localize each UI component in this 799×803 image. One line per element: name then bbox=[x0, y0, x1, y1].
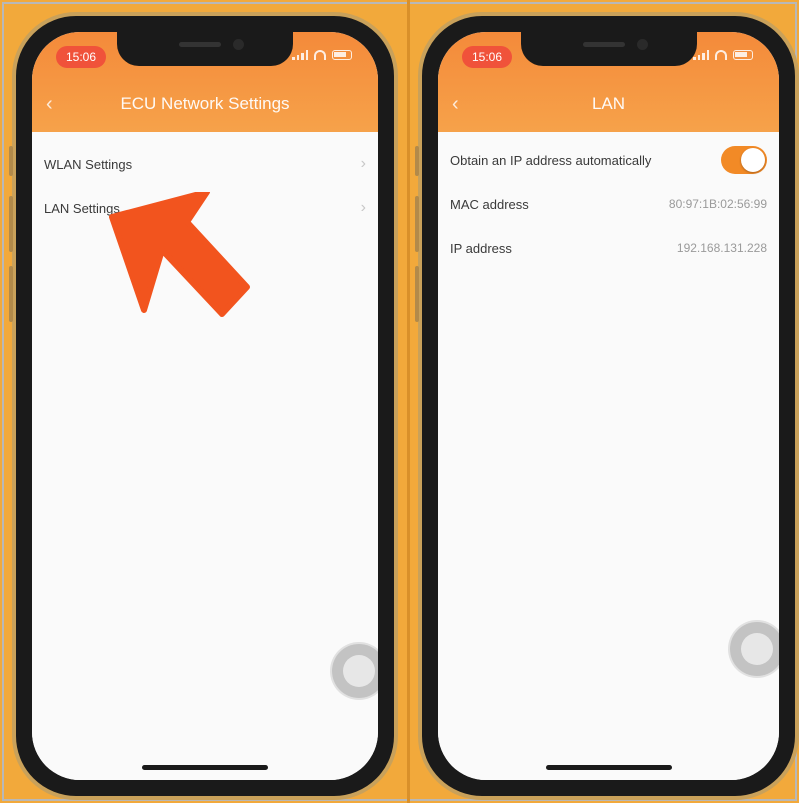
toggle-knob bbox=[741, 148, 765, 172]
notch bbox=[117, 32, 293, 66]
wifi-icon bbox=[715, 50, 727, 60]
home-indicator[interactable] bbox=[142, 765, 268, 770]
status-time: 15:06 bbox=[56, 46, 107, 68]
battery-icon bbox=[733, 50, 753, 60]
status-icons bbox=[693, 50, 753, 60]
home-indicator[interactable] bbox=[545, 765, 672, 770]
signal-icon bbox=[693, 50, 709, 60]
chevron-right-icon: › bbox=[360, 155, 366, 172]
notch bbox=[520, 32, 697, 66]
left-screen: 15:06 ‹ ECU Network Settings WLAN Settin… bbox=[32, 32, 378, 780]
volume-down-button bbox=[415, 266, 419, 322]
right-phone: 15:06 ‹ LAN Obtain an IP address automat… bbox=[415, 12, 799, 800]
page-title: ECU Network Settings bbox=[120, 94, 290, 113]
assistive-touch-button[interactable] bbox=[332, 644, 378, 698]
volume-up-button bbox=[9, 196, 13, 252]
setting-label: IP address bbox=[450, 240, 512, 256]
ip-address-value: 192.168.131.228 bbox=[676, 241, 767, 255]
signal-icon bbox=[292, 50, 308, 60]
volume-up-button bbox=[415, 196, 419, 252]
assistive-touch-button[interactable] bbox=[730, 622, 779, 676]
mac-address-value: 80:97:1B:02:56:99 bbox=[668, 197, 767, 211]
left-phone: 15:06 ‹ ECU Network Settings WLAN Settin… bbox=[9, 12, 398, 800]
status-time: 15:06 bbox=[462, 46, 513, 68]
setting-label: Obtain an IP address automatically bbox=[450, 152, 652, 168]
menu-item-label: WLAN Settings bbox=[44, 156, 133, 172]
setting-label: MAC address bbox=[450, 196, 529, 212]
status-icons bbox=[292, 50, 352, 60]
lan-settings-list: Obtain an IP address automatically MAC a… bbox=[438, 132, 779, 780]
silent-switch bbox=[415, 146, 419, 176]
auto-ip-toggle[interactable] bbox=[721, 146, 767, 174]
page-title: LAN bbox=[591, 94, 626, 113]
arrow-pointer-icon bbox=[109, 192, 250, 317]
volume-down-button bbox=[9, 266, 13, 322]
setting-ip-address: IP address 192.168.131.228 bbox=[438, 226, 779, 270]
panel-divider bbox=[407, 0, 410, 803]
battery-icon bbox=[332, 50, 352, 60]
wifi-icon bbox=[314, 50, 326, 60]
chevron-right-icon: › bbox=[360, 199, 366, 216]
menu-item-wlan-settings[interactable]: WLAN Settings › bbox=[32, 142, 378, 186]
right-screen: 15:06 ‹ LAN Obtain an IP address automat… bbox=[438, 32, 779, 780]
screenshot-stage: 15:06 ‹ ECU Network Settings WLAN Settin… bbox=[0, 0, 799, 803]
setting-mac-address: MAC address 80:97:1B:02:56:99 bbox=[438, 182, 779, 226]
silent-switch bbox=[9, 146, 13, 176]
setting-obtain-ip-automatically: Obtain an IP address automatically bbox=[438, 138, 779, 182]
